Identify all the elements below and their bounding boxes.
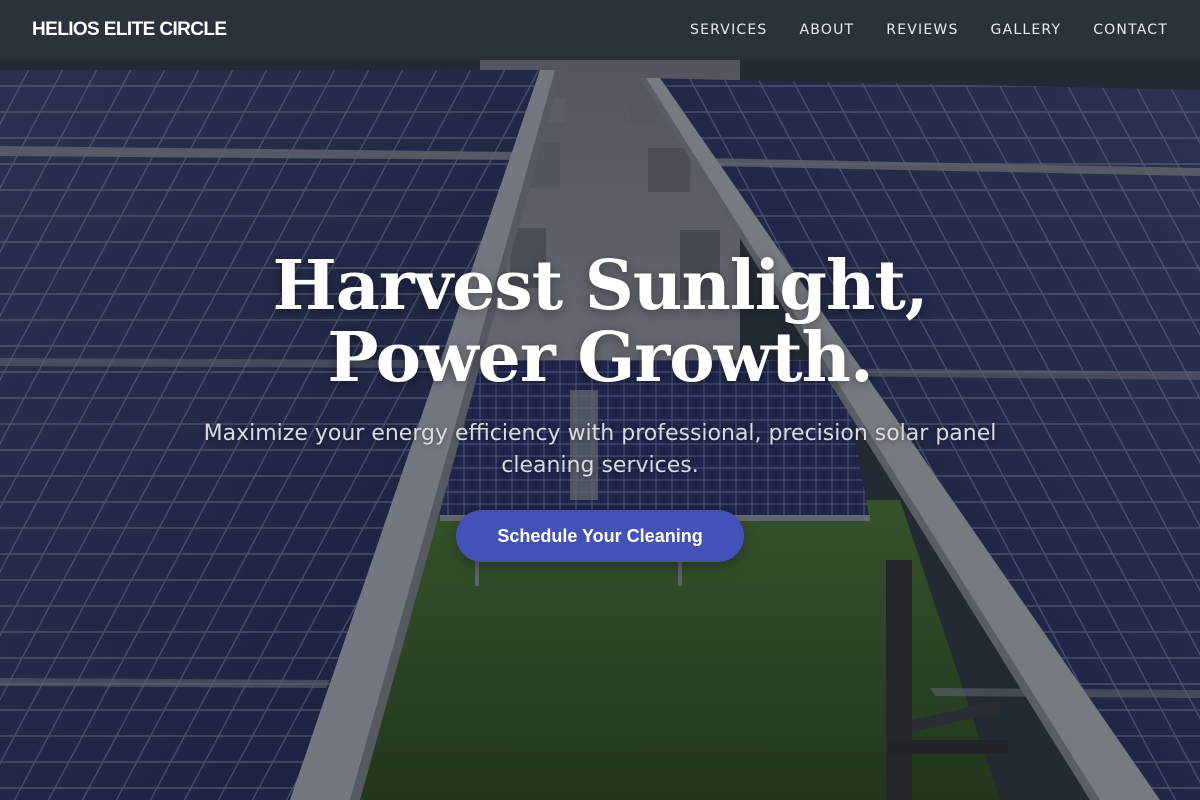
hero-title: Harvest Sunlight, Power Growth.	[272, 246, 929, 398]
nav-links: SERVICES ABOUT REVIEWS GALLERY CONTACT	[690, 22, 1168, 38]
nav-link-reviews[interactable]: REVIEWS	[886, 22, 958, 38]
hero-content: Harvest Sunlight, Power Growth. Maximize…	[0, 60, 1200, 800]
nav-link-gallery[interactable]: GALLERY	[991, 22, 1062, 38]
nav-link-services[interactable]: SERVICES	[690, 22, 768, 38]
hero-section: Harvest Sunlight, Power Growth. Maximize…	[0, 60, 1200, 800]
hero-subtitle: Maximize your energy efficiency with pro…	[203, 421, 997, 478]
schedule-cleaning-button[interactable]: Schedule Your Cleaning	[456, 510, 744, 562]
landing-page: HELIOS ELITE CIRCLE SERVICES ABOUT REVIE…	[0, 0, 1200, 800]
nav-link-contact[interactable]: CONTACT	[1093, 22, 1168, 38]
nav-link-about[interactable]: ABOUT	[800, 22, 855, 38]
brand-logo-text[interactable]: HELIOS ELITE CIRCLE	[32, 19, 227, 41]
top-navbar: HELIOS ELITE CIRCLE SERVICES ABOUT REVIE…	[0, 0, 1200, 60]
